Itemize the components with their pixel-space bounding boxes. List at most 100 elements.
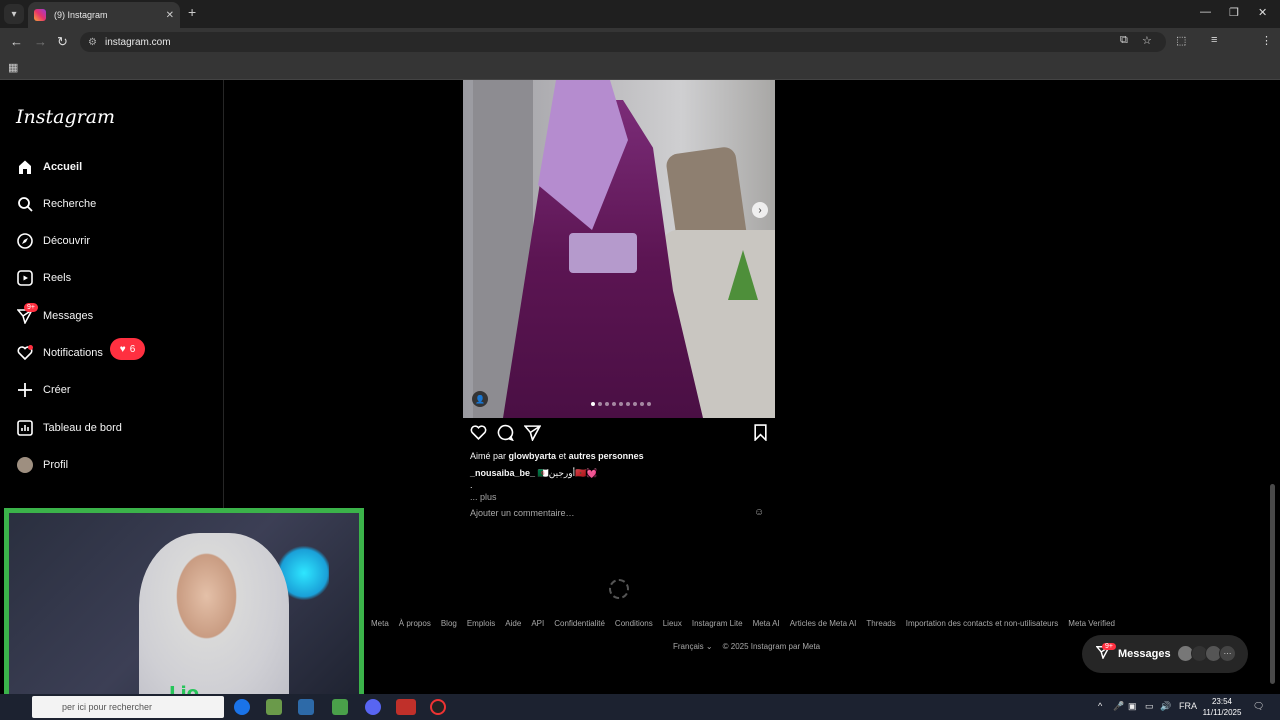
- messages-badge: 9+: [24, 303, 38, 312]
- instagram-favicon-icon: [34, 9, 46, 21]
- footer-link[interactable]: API: [531, 619, 544, 628]
- taskbar-search[interactable]: per ici pour rechercher: [32, 696, 224, 718]
- tray-app-icon[interactable]: ▣: [1128, 701, 1137, 712]
- more-menu-icon[interactable]: ⋮: [1261, 34, 1272, 47]
- voicemeeter-icon[interactable]: [396, 699, 416, 715]
- instagram-logo[interactable]: Instagram: [16, 106, 115, 128]
- app-icon[interactable]: [298, 699, 314, 715]
- caption-username[interactable]: _nousaiba_be_: [470, 468, 535, 478]
- nav-label: Messages: [43, 310, 94, 322]
- footer-link[interactable]: Aide: [505, 619, 521, 628]
- footer-link[interactable]: Confidentialité: [554, 619, 605, 628]
- browser-tab[interactable]: (9) Instagram ✕: [28, 2, 180, 28]
- footer-link[interactable]: Threads: [866, 619, 895, 628]
- emoji-icon[interactable]: ☺: [754, 507, 764, 518]
- app-icon[interactable]: [266, 699, 282, 715]
- liked-by-user[interactable]: glowbyarta: [509, 451, 557, 461]
- carousel-next-icon[interactable]: ›: [752, 202, 768, 218]
- share-icon[interactable]: [523, 424, 543, 446]
- carousel-dot: [612, 402, 616, 406]
- footer-link[interactable]: Meta: [371, 619, 389, 628]
- forward-icon[interactable]: →: [34, 34, 47, 49]
- reels-icon: [16, 269, 34, 287]
- install-app-icon[interactable]: ⧉: [1120, 34, 1128, 47]
- dashboard-icon: [16, 419, 34, 437]
- messages-floating-button[interactable]: 9+ Messages ⋯: [1082, 635, 1248, 673]
- apps-grid-icon[interactable]: ▦: [8, 61, 18, 74]
- footer-link[interactable]: Blog: [441, 619, 457, 628]
- tray-expand-icon[interactable]: ^: [1098, 701, 1102, 711]
- page-scrollbar[interactable]: [1270, 484, 1275, 684]
- tagged-user-icon[interactable]: 👤: [472, 391, 488, 407]
- url-text: instagram.com: [104, 36, 171, 48]
- edge-icon[interactable]: [234, 699, 250, 715]
- nav-profile[interactable]: Profil: [16, 453, 68, 477]
- nav-search[interactable]: Recherche: [16, 192, 96, 216]
- notification-center-icon[interactable]: 🗨: [1253, 701, 1264, 712]
- reload-icon[interactable]: ↻: [57, 34, 68, 50]
- browser-tabbar: ▾ (9) Instagram ✕ + — ❐ ✕: [0, 0, 1280, 28]
- footer-link[interactable]: Importation des contacts et non-utilisat…: [906, 619, 1059, 628]
- footer-link[interactable]: Meta Verified: [1068, 619, 1115, 628]
- post-caption: _nousaiba_be_ 🇩🇿أورجين🇲🇦💓: [470, 468, 598, 479]
- network-icon[interactable]: ▭: [1145, 701, 1154, 712]
- nav-dashboard[interactable]: Tableau de bord: [16, 416, 122, 440]
- caption-line2: .: [470, 480, 473, 490]
- extensions-icon[interactable]: ⬚: [1176, 34, 1186, 47]
- media-controls-icon[interactable]: ≡: [1211, 34, 1217, 46]
- language-select[interactable]: Français ⌄: [673, 642, 713, 651]
- back-icon[interactable]: ←: [10, 34, 23, 49]
- address-bar[interactable]: ⚙ instagram.com: [80, 32, 1166, 52]
- bookmarks-bar: ▦: [0, 56, 1280, 80]
- nav-label: Créer: [43, 384, 71, 396]
- nav-explore[interactable]: Découvrir: [16, 229, 90, 253]
- messages-pill-badge: 9+: [1102, 643, 1116, 650]
- nav-messages[interactable]: 9+ Messages: [16, 303, 94, 328]
- footer-bottom: Français ⌄ © 2025 Instagram par Meta: [673, 642, 820, 651]
- site-info-icon[interactable]: ⚙: [88, 37, 97, 48]
- caption-more-link[interactable]: ... plus: [470, 492, 497, 502]
- handbag: [569, 233, 637, 273]
- tab-search-button[interactable]: ▾: [4, 4, 24, 24]
- windows-taskbar: per ici pour rechercher ^ 🎤 ▣ ▭ 🔊 FRA 23…: [0, 694, 1280, 720]
- notifications-count: 6: [129, 343, 136, 355]
- footer-link[interactable]: Emplois: [467, 619, 495, 628]
- obs-icon[interactable]: [430, 699, 446, 715]
- footer-link[interactable]: Lieux: [663, 619, 682, 628]
- bookmark-star-icon[interactable]: ☆: [1142, 34, 1152, 47]
- microphone-icon[interactable]: 🎤: [1113, 701, 1124, 712]
- footer-link[interactable]: Articles de Meta AI: [790, 619, 857, 628]
- carousel-dot: [591, 402, 595, 406]
- close-window-icon[interactable]: ✕: [1258, 6, 1267, 19]
- nav-reels[interactable]: Reels: [16, 266, 71, 290]
- chevron-down-icon: ⌄: [705, 642, 713, 651]
- footer-link[interactable]: Meta AI: [753, 619, 780, 628]
- discord-icon[interactable]: [365, 699, 381, 715]
- post-image[interactable]: › 👤: [463, 80, 775, 418]
- notifications-count-pill[interactable]: ♥ 6: [110, 338, 145, 360]
- messages-pill-label: Messages: [1118, 648, 1171, 660]
- clock-date: 11/11/2025: [1202, 708, 1242, 717]
- taskbar-clock[interactable]: 23:54 11/11/2025: [1200, 696, 1244, 718]
- nav-notifications[interactable]: Notifications: [16, 341, 103, 365]
- liked-by-others[interactable]: autres personnes: [569, 451, 644, 461]
- nav-home[interactable]: Accueil: [16, 155, 82, 179]
- comment-icon[interactable]: [497, 424, 514, 446]
- carousel-dot: [626, 402, 630, 406]
- comment-input[interactable]: Ajouter un commentaire…: [470, 508, 770, 518]
- close-tab-icon[interactable]: ✕: [166, 10, 174, 21]
- language-indicator[interactable]: FRA: [1179, 701, 1197, 711]
- restore-icon[interactable]: ❐: [1229, 6, 1239, 19]
- footer-link[interactable]: Conditions: [615, 619, 653, 628]
- footer-link[interactable]: À propos: [399, 619, 431, 628]
- nav-label: Tableau de bord: [43, 422, 122, 434]
- new-tab-icon[interactable]: +: [188, 4, 196, 20]
- minimize-icon[interactable]: —: [1200, 6, 1211, 18]
- volume-icon[interactable]: 🔊: [1160, 701, 1171, 712]
- app-icon[interactable]: [332, 699, 348, 715]
- nav-label: Recherche: [43, 198, 97, 210]
- like-icon[interactable]: [470, 424, 487, 446]
- save-bookmark-icon[interactable]: [752, 424, 769, 446]
- nav-create[interactable]: Créer: [16, 378, 71, 402]
- footer-link[interactable]: Instagram Lite: [692, 619, 743, 628]
